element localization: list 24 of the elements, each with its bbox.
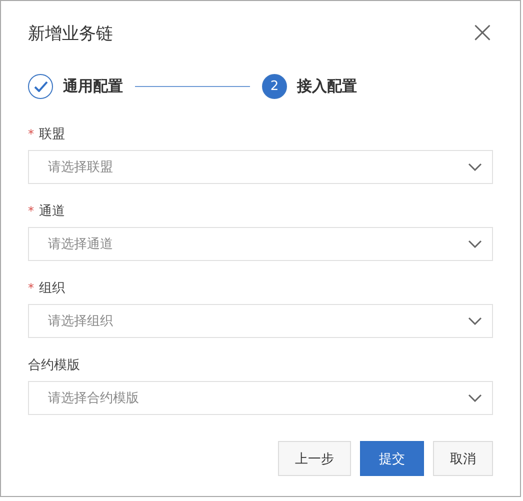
field-label: 通道 <box>39 203 65 220</box>
select-field[interactable]: 请选择联盟 <box>28 150 493 184</box>
chevron-down-icon <box>468 240 482 248</box>
action-button[interactable]: 取消 <box>433 441 493 476</box>
required-mark: * <box>28 204 34 218</box>
required-mark: * <box>28 127 34 141</box>
close-button[interactable]: × <box>470 18 495 48</box>
submit-button[interactable]: 提交 <box>360 441 424 476</box>
select-field[interactable]: 请选择通道 <box>28 227 493 261</box>
dialog-title: 新增业务链 <box>28 22 113 44</box>
field-label: 组织 <box>39 280 65 297</box>
step-label: 通用配置 <box>63 76 123 96</box>
step-number: 2 <box>262 74 287 98</box>
action-button[interactable]: 上一步 <box>278 441 351 476</box>
step-label: 接入配置 <box>297 76 357 96</box>
chevron-down-icon <box>468 394 482 402</box>
field-label: 合约模版 <box>28 357 80 374</box>
chevron-down-icon <box>468 317 482 325</box>
field-label: 联盟 <box>39 126 65 143</box>
required-mark: * <box>28 281 34 295</box>
select-field[interactable]: 请选择合约模版 <box>28 381 493 415</box>
chevron-down-icon <box>468 163 482 171</box>
select-field[interactable]: 请选择组织 <box>28 304 493 338</box>
checkmark-icon <box>34 80 48 92</box>
